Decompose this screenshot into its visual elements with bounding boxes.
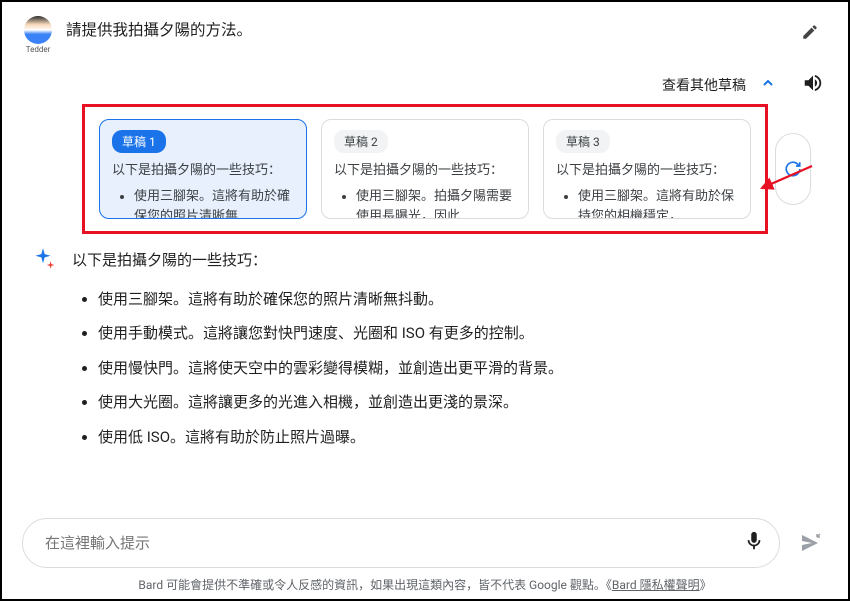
speak-aloud-button[interactable] — [802, 72, 824, 98]
user-avatar — [24, 16, 52, 44]
list-item: 使用慢快門。這將使天空中的雲彩變得模糊，並創造出更平滑的背景。 — [98, 354, 828, 383]
mic-button[interactable] — [743, 530, 765, 556]
edit-prompt-button[interactable] — [792, 14, 828, 50]
privacy-link[interactable]: Bard 隱私權聲明 — [612, 578, 700, 592]
draft-badge: 草稿 3 — [556, 130, 610, 153]
draft-badge: 草稿 1 — [112, 130, 166, 153]
prompt-input-container[interactable] — [22, 518, 780, 568]
microphone-icon — [743, 530, 765, 552]
draft-preview: 以下是拍攝夕陽的一些技巧： 使用三腳架。這將有助於保持您的相機穩定， — [556, 161, 738, 219]
response-body: 以下是拍攝夕陽的一些技巧： 使用三腳架。這將有助於確保您的照片清晰無抖動。 使用… — [72, 246, 828, 457]
send-icon — [798, 531, 822, 555]
refresh-icon — [784, 160, 802, 178]
list-item: 使用大光圈。這將讓更多的光進入相機，並創造出更淺的景深。 — [98, 388, 828, 417]
speaker-icon — [802, 72, 824, 94]
list-item: 使用三腳架。這將有助於確保您的照片清晰無抖動。 — [98, 285, 828, 314]
drafts-highlight-box: 草稿 1 以下是拍攝夕陽的一些技巧： 使用三腳架。這將有助於確保您的照片清晰無 … — [82, 104, 768, 234]
input-area: Bard 可能會提供不準確或令人反感的資訊，如果出現這類內容，皆不代表 Goog… — [2, 508, 848, 599]
draft-card-2[interactable]: 草稿 2 以下是拍攝夕陽的一些技巧： 使用三腳架。拍攝夕陽需要使用長曝光，因此 — [321, 119, 529, 219]
draft-card-3[interactable]: 草稿 3 以下是拍攝夕陽的一些技巧： 使用三腳架。這將有助於保持您的相機穩定， — [543, 119, 751, 219]
draft-preview: 以下是拍攝夕陽的一些技巧： 使用三腳架。拍攝夕陽需要使用長曝光，因此 — [334, 161, 516, 219]
response-intro: 以下是拍攝夕陽的一些技巧： — [72, 246, 828, 275]
view-other-drafts-button[interactable]: 查看其他草稿 — [662, 75, 746, 95]
prompt-row: Tedder 請提供我拍攝夕陽的方法。 — [22, 14, 828, 54]
pencil-icon — [801, 23, 819, 41]
draft-card-1[interactable]: 草稿 1 以下是拍攝夕陽的一些技巧： 使用三腳架。這將有助於確保您的照片清晰無 — [99, 119, 307, 219]
draft-preview: 以下是拍攝夕陽的一些技巧： 使用三腳架。這將有助於確保您的照片清晰無 — [112, 161, 294, 219]
bard-sparkle-icon — [30, 246, 56, 272]
list-item: 使用低 ISO。這將有助於防止照片過曝。 — [98, 423, 828, 452]
response-row: 以下是拍攝夕陽的一些技巧： 使用三腳架。這將有助於確保您的照片清晰無抖動。 使用… — [22, 246, 828, 457]
response-list: 使用三腳架。這將有助於確保您的照片清晰無抖動。 使用手動模式。這將讓您對快門速度… — [72, 285, 828, 452]
drafts-bar: 查看其他草稿 — [22, 72, 828, 98]
drafts-row: 草稿 1 以下是拍攝夕陽的一些技巧： 使用三腳架。這將有助於確保您的照片清晰無 … — [99, 119, 751, 219]
collapse-drafts-button[interactable] — [760, 75, 776, 95]
disclaimer: Bard 可能會提供不準確或令人反感的資訊，如果出現這類內容，皆不代表 Goog… — [22, 576, 828, 593]
list-item: 使用手動模式。這將讓您對快門速度、光圈和 ISO 有更多的控制。 — [98, 319, 828, 348]
chevron-up-icon — [760, 75, 776, 91]
draft-badge: 草稿 2 — [334, 130, 388, 153]
user-name: Tedder — [26, 45, 51, 54]
prompt-text: 請提供我拍攝夕陽的方法。 — [66, 14, 780, 40]
send-button[interactable] — [792, 525, 828, 561]
regenerate-drafts-button[interactable] — [775, 133, 811, 205]
prompt-input[interactable] — [45, 535, 743, 552]
user-avatar-wrap: Tedder — [22, 14, 54, 54]
